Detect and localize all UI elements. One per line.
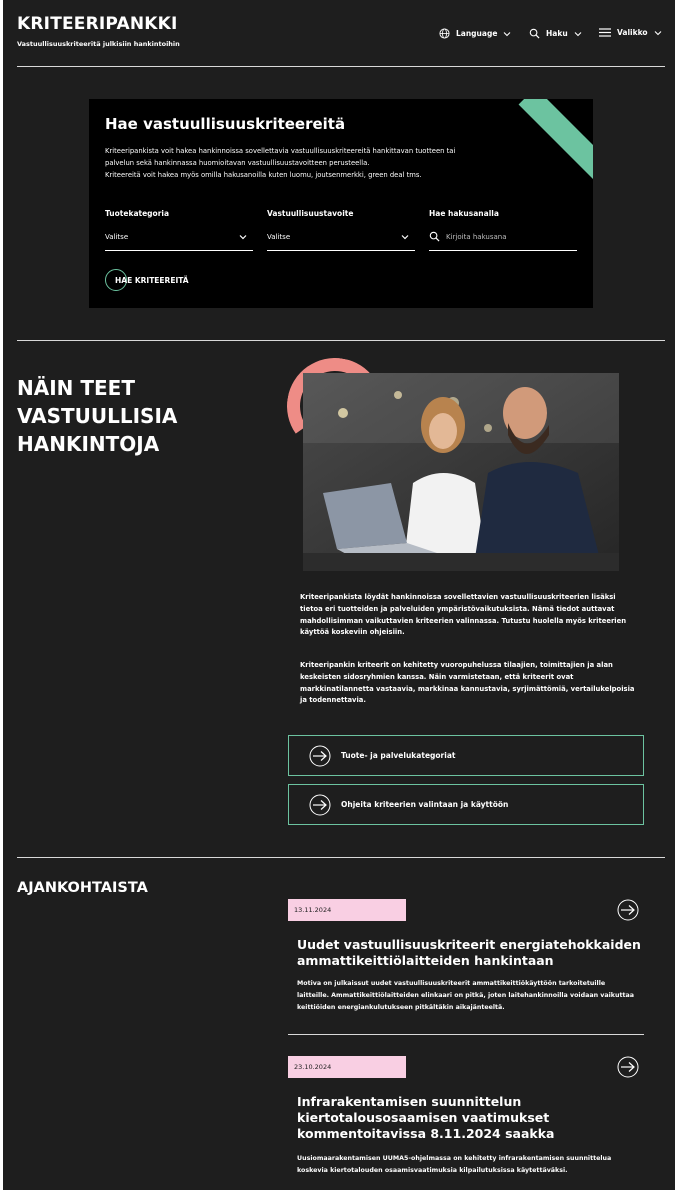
search-panel-title: Hae vastuullisuuskriteereitä [105,115,346,133]
search-button-label: HAE KRITEEREITÄ [115,275,189,285]
arrow-right-icon [309,745,331,766]
intro-paragraph: Kriteeripankista löydät hankinnoissa sov… [300,593,627,637]
language-label: Language [456,29,498,38]
search-panel-intro: Kriteeripankista voit hakea hankinnoissa… [105,145,475,181]
chevron-down-icon [574,31,582,36]
search-panel-text-2: Kriteereitä voit hakea myös omilla hakus… [105,171,422,179]
divider [17,66,665,67]
categories-link-label: Tuote- ja palvelukategoriat [341,751,456,760]
search-panel-text-1: Kriteeripankista voit hakea hankinnoissa… [105,147,456,167]
news-summary: Motiva on julkaissut uudet vastuullisuus… [297,980,634,1011]
categories-link[interactable]: Tuote- ja palvelukategoriat [288,735,644,776]
keyword-field: Hae hakusanalla Kirjoita hakusana [429,209,577,251]
keyword-label: Hae hakusanalla [429,209,499,218]
section-heading: NÄIN TEET VASTUULLISIA HANKINTOJA [17,374,257,458]
divider [17,340,665,341]
arrow-right-icon [309,794,331,815]
goal-select[interactable]: Valitse [267,223,415,251]
goal-value: Valitse [267,232,291,241]
decorative-stripe [518,99,593,197]
search-criteria-button[interactable]: HAE KRITEEREITÄ [105,267,189,293]
guidance-link[interactable]: Ohjeita kriteerien valintaan ja käyttöön [288,784,644,825]
news-date-badge: 13.11.2024 [288,899,406,921]
site-header: KRITEERIPANKKI Vastuullisuuskriteeritä j… [3,0,675,66]
main-menu[interactable]: Valikko [599,28,662,37]
search-icon [529,28,540,39]
chevron-down-icon [504,31,511,36]
criteria-search-panel: Hae vastuullisuuskriteereitä Kriteeripan… [89,99,593,308]
goal-label: Vastuullisuustavoite [267,209,354,218]
arrow-right-icon[interactable] [617,899,639,921]
guidance-link-label: Ohjeita kriteerien valintaan ja käyttöön [341,800,509,809]
news-heading: AJANKOHTAISTA [17,880,148,896]
heading-line: NÄIN TEET [17,376,135,400]
news-title-link[interactable]: Infrarakentamisen suunnittelun kiertotal… [297,1094,647,1142]
heading-line: HANKINTOJA [17,432,160,456]
category-label: Tuotekategoria [105,209,170,218]
category-value: Valitse [105,232,129,241]
divider [288,1034,644,1035]
site-logo-title[interactable]: KRITEERIPANKKI [17,14,178,34]
search-menu[interactable]: Haku [529,28,582,39]
search-icon [429,231,440,242]
arrow-right-icon[interactable] [617,1056,639,1078]
keyword-input[interactable]: Kirjoita hakusana [429,223,577,251]
heading-line: VASTUULLISIA [17,404,178,428]
intro-paragraph: Kriteeripankin kriteerit on kehitetty vu… [300,661,635,705]
news-summary: Uusiomaarakentamisen UUMA5-ohjelmassa on… [297,1155,612,1174]
chevron-down-icon [654,30,661,35]
globe-icon [439,28,450,39]
divider [17,857,665,858]
search-label: Haku [546,29,568,38]
chevron-down-icon [239,234,247,239]
menu-icon [599,28,611,37]
keyword-placeholder: Kirjoita hakusana [446,232,507,241]
office-photo [303,373,619,571]
page: KRITEERIPANKKI Vastuullisuuskriteeritä j… [3,0,675,1190]
category-select[interactable]: Valitse [105,223,253,251]
goal-field: Vastuullisuustavoite Valitse [267,209,415,251]
news-title-link[interactable]: Uudet vastuullisuuskriteerit energiateho… [297,937,647,969]
site-tagline: Vastuullisuuskriteeritä julkisiin hankin… [17,40,180,48]
menu-label: Valikko [617,28,648,37]
category-field: Tuotekategoria Valitse [105,209,253,251]
people-at-laptop-image [303,373,619,571]
language-menu[interactable]: Language [439,28,511,39]
chevron-down-icon [401,234,409,239]
news-date-badge: 23.10.2024 [288,1056,406,1078]
